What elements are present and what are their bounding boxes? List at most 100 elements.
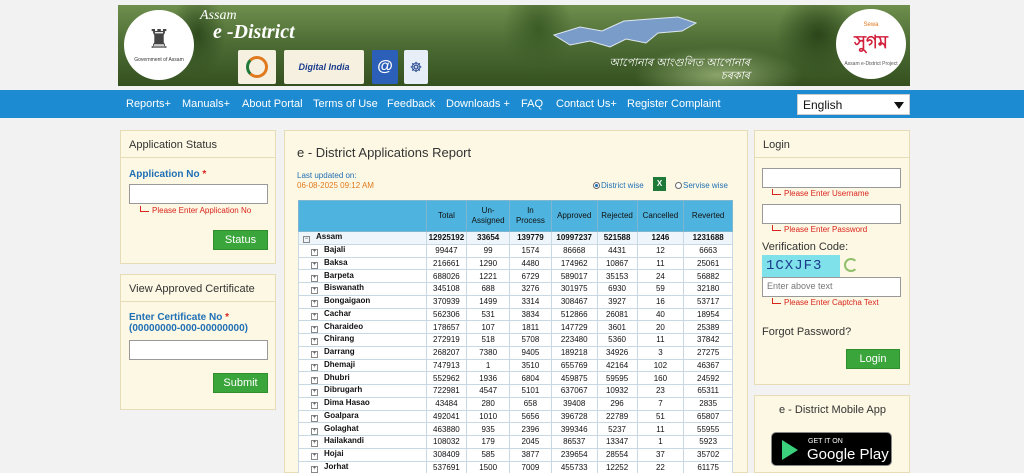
submit-button[interactable]: Submit (213, 373, 268, 393)
table-cell: 23 (636, 384, 685, 398)
expand-icon[interactable]: + (311, 351, 318, 359)
expand-icon[interactable]: + (311, 440, 318, 448)
expand-icon[interactable]: + (311, 453, 318, 461)
nav-faq[interactable]: FAQ (521, 98, 543, 110)
nav-contact-us[interactable]: Contact Us+ (556, 98, 617, 110)
password-input[interactable] (762, 204, 901, 224)
table-cell: 22 (636, 460, 685, 473)
table-row[interactable]: + Charaideo 178657 107 1811 147729 3601 20 25389 (298, 320, 733, 334)
expand-icon[interactable]: + (311, 274, 318, 282)
nav-reports[interactable]: Reports+ (126, 98, 171, 110)
collapse-icon[interactable]: − (303, 236, 310, 244)
row-name: Cachar (324, 308, 352, 318)
expand-icon[interactable]: + (311, 300, 318, 308)
captcha-error: Please Enter Captcha Text (772, 298, 879, 307)
assam-emblem-logo[interactable]: ♜ Government of Assam (124, 10, 194, 80)
table-row[interactable]: + Dhubri 552962 1936 6804 459875 59595 160 24592 (298, 371, 733, 385)
row-name-cell: + Darrang (298, 345, 427, 360)
captcha-input[interactable]: Enter above text (762, 277, 901, 297)
table-cell: 24 (636, 269, 685, 283)
expand-icon[interactable]: + (311, 427, 318, 435)
nav-manuals[interactable]: Manuals+ (182, 98, 230, 110)
state-row[interactable]: − Assam 12925192 33654 139779 10997237 521588 1… (298, 231, 733, 245)
table-row[interactable]: + Bongaigaon 370939 1499 3314 308467 3927 16 537… (298, 294, 733, 309)
expand-icon[interactable]: + (311, 389, 318, 397)
table-row[interactable]: + Jorhat 537691 1500 7009 455733 12252 22 61175 (298, 460, 733, 473)
refresh-captcha-icon[interactable] (844, 258, 858, 272)
table-row[interactable]: + Chirang 272919 518 5708 223480 5360 11 37842 (298, 333, 733, 347)
row-name-cell: + Biswanath (298, 282, 427, 296)
nav-feedback[interactable]: Feedback (387, 98, 435, 110)
table-cell: 16 (636, 294, 685, 309)
table-cell: 512866 (550, 307, 598, 322)
nav-about-portal[interactable]: About Portal (242, 98, 303, 110)
expand-icon[interactable]: + (311, 261, 318, 269)
table-row[interactable]: + Barpeta 688026 1221 6729 589017 35153 24 56882 (298, 269, 733, 283)
expand-icon[interactable]: + (311, 249, 318, 257)
assam-map-icon (552, 16, 698, 48)
nav-downloads[interactable]: Downloads + (446, 98, 510, 110)
forgot-password-link[interactable]: Forgot Password? (762, 326, 851, 338)
table-row[interactable]: + Dibrugarh 722981 4547 5101 637067 10932 23 653… (298, 384, 733, 398)
expand-icon[interactable]: + (311, 363, 318, 371)
table-cell: 11 (636, 422, 685, 436)
table-cell: 5656 (509, 409, 552, 424)
row-name: Baksa (324, 257, 348, 267)
table-cell: 1 (466, 358, 511, 373)
expand-icon[interactable]: + (311, 325, 318, 333)
nav-register-complaint[interactable]: Register Complaint (627, 98, 721, 110)
table-row[interactable]: + Baksa 216661 1290 4480 174962 10867 11 25061 (298, 256, 733, 271)
language-select[interactable]: English (797, 94, 910, 115)
table-cell: 308409 (425, 447, 468, 462)
table-row[interactable]: + Dhemaji 747913 1 3510 655769 42164 102 46367 (298, 358, 733, 373)
expand-icon[interactable]: + (311, 414, 318, 422)
expand-icon[interactable]: + (311, 287, 318, 295)
table-cell: 6729 (509, 269, 552, 283)
table-row[interactable]: + Cachar 562306 531 3834 512866 26081 40 18954 (298, 307, 733, 322)
table-row[interactable]: + Biswanath 345108 688 3276 301975 6930 59 32180 (298, 282, 733, 296)
table-cell: 1574 (509, 243, 552, 258)
error-arrow-icon (772, 189, 781, 195)
verification-code-label: Verification Code: (762, 241, 849, 253)
last-updated: Last updated on: 06-08-2025 09:12 AM (297, 171, 374, 191)
table-cell: 10867 (596, 256, 638, 271)
table-cell: 189218 (550, 345, 598, 360)
expand-icon[interactable]: + (311, 402, 318, 410)
expand-icon[interactable]: + (311, 465, 318, 473)
row-name: Dibrugarh (324, 385, 363, 395)
radio-district-wise[interactable]: District wise (593, 181, 644, 190)
table-row[interactable]: + Golaghat 463880 935 2396 399346 5237 11 55955 (298, 422, 733, 436)
radio-unselected-icon (675, 182, 682, 189)
table-cell: 10997237 (550, 231, 598, 245)
expand-icon[interactable]: + (311, 312, 318, 320)
row-name-cell: + Barpeta (298, 269, 427, 283)
radio-service-wise[interactable]: Servise wise (675, 181, 728, 190)
table-row[interactable]: + Hailakandi 108032 179 2045 86537 13347 1 5923 (298, 435, 733, 449)
application-no-input[interactable] (129, 184, 268, 204)
expand-icon[interactable]: + (311, 338, 318, 346)
table-row[interactable]: + Goalpara 492041 1010 5656 396728 22789 51 6580… (298, 409, 733, 424)
google-play-button[interactable]: GET IT ON Google Play (771, 432, 892, 466)
table-row[interactable]: + Hojai 308409 585 3877 239654 28554 37 35702 (298, 447, 733, 462)
table-row[interactable]: + Bajali 99447 99 1574 86668 4431 12 6663 (298, 243, 733, 258)
table-cell: 589017 (550, 269, 598, 283)
login-button[interactable]: Login (846, 349, 900, 369)
certificate-no-input[interactable] (129, 340, 268, 360)
table-row[interactable]: + Dima Hasao 43484 280 658 39408 296 7 2835 (298, 396, 733, 411)
application-status-title: Application Status (129, 139, 218, 151)
table-cell: 531 (466, 307, 511, 322)
column-header (298, 200, 427, 232)
expand-icon[interactable]: + (311, 376, 318, 384)
nav-terms-of-use[interactable]: Terms of Use (313, 98, 378, 110)
table-cell: 455733 (550, 460, 598, 473)
table-cell: 585 (466, 447, 511, 462)
status-button[interactable]: Status (213, 230, 268, 250)
table-cell: 5237 (596, 422, 638, 436)
error-arrow-icon (772, 225, 781, 231)
table-cell: 399346 (550, 422, 598, 436)
username-input[interactable] (762, 168, 901, 188)
table-cell: 20 (636, 320, 685, 334)
row-name-cell: + Goalpara (298, 409, 427, 424)
excel-export-icon[interactable]: X (653, 177, 666, 191)
table-row[interactable]: + Darrang 268207 7380 9405 189218 34926 3 27275 (298, 345, 733, 360)
